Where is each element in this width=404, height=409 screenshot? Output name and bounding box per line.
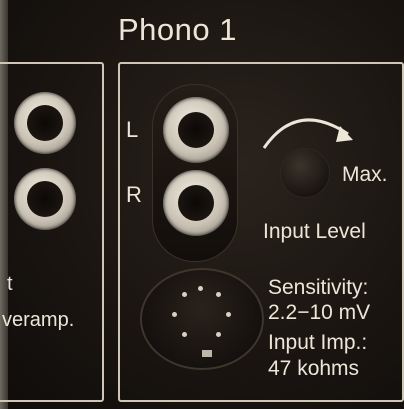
preamp-label-line2: veramp. [2, 309, 75, 331]
input-level-knob[interactable] [280, 148, 330, 198]
preamp-label-line1: t [7, 273, 13, 295]
preamp-jack-upper[interactable] [14, 92, 76, 154]
input-level-label: Input Level [263, 220, 366, 243]
impedance-value: 47 kohms [268, 357, 360, 380]
impedance-label: Input Imp.: [268, 331, 368, 354]
phono-jack-left[interactable] [163, 97, 229, 163]
din-connector[interactable] [140, 268, 264, 370]
right-channel-label: R [126, 182, 142, 207]
section-title: Phono 1 [118, 12, 237, 47]
phono-jack-right[interactable] [163, 170, 229, 236]
preamp-jack-lower[interactable] [14, 168, 76, 230]
sensitivity-label: Sensitivity: [268, 276, 369, 299]
sensitivity-value: 2.2−10 mV [268, 301, 371, 324]
max-label: Max. [342, 163, 388, 186]
left-channel-label: L [126, 117, 139, 142]
